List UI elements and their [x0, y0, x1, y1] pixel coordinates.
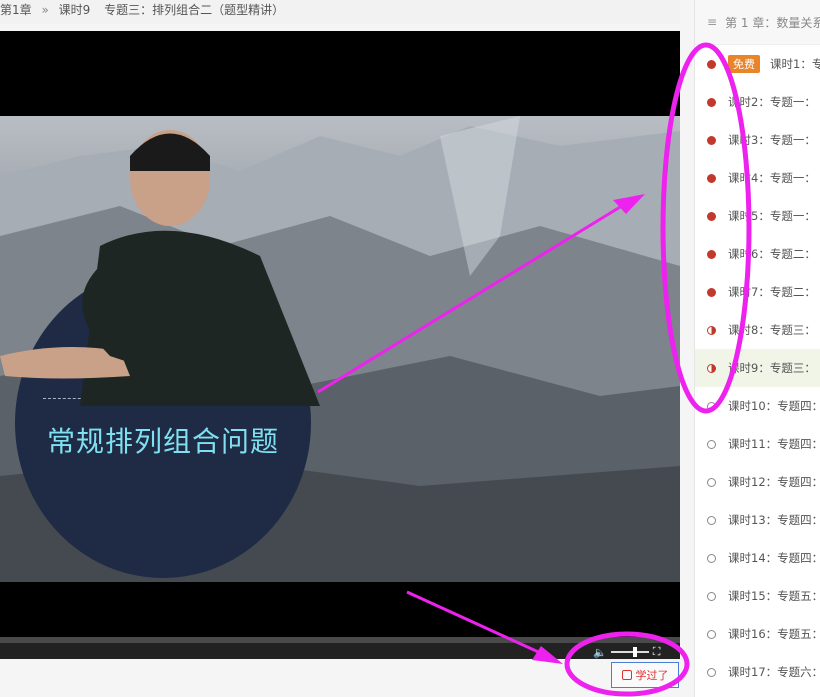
status-dot-icon: [707, 211, 716, 221]
status-dot-icon: [707, 363, 716, 373]
volume-slider[interactable]: [610, 647, 649, 657]
lesson-label: 课时3：专题一：: [728, 133, 816, 147]
sidebar-lesson-item[interactable]: 课时12：专题四：: [695, 463, 820, 501]
sidebar-lesson-item[interactable]: 免费课时1：专题一: [695, 45, 820, 83]
sidebar-lesson-item[interactable]: 课时10：专题四：: [695, 387, 820, 425]
lesson-label: 课时14：专题四：: [728, 551, 820, 565]
volume-knob[interactable]: [632, 647, 637, 657]
chapter-label: 第 1 章：数量关系: [725, 15, 820, 30]
status-dot-icon: [707, 515, 716, 525]
menu-icon: ≡: [707, 15, 718, 29]
lesson-label: 课时15：专题五：: [728, 589, 820, 603]
lesson-label: 课时2：专题一：: [728, 95, 816, 109]
status-dot-icon: [707, 477, 716, 487]
speaker-icon[interactable]: 🔈: [593, 646, 607, 659]
lesson-label: 课时4：专题一：: [728, 171, 816, 185]
slide-title: 常规排列组合问题: [46, 425, 279, 458]
status-dot-icon: [707, 249, 716, 259]
lesson-label: 课时16：专题五：: [728, 627, 820, 641]
sidebar-lesson-item[interactable]: 课时15：专题五：: [695, 577, 820, 615]
sidebar-lesson-item[interactable]: 课时16：专题五：: [695, 615, 820, 653]
fullscreen-icon[interactable]: ⛶: [653, 645, 661, 659]
lesson-label: 课时9：专题三：: [728, 361, 816, 375]
status-dot-icon: [707, 173, 716, 183]
lesson-label: 课时12：专题四：: [728, 475, 820, 489]
breadcrumb: 第1章 » 课时9 专题三：排列组合二（题型精讲）: [0, 0, 680, 24]
lesson-label: 课时5：专题一：: [728, 209, 816, 223]
status-dot-icon: [707, 97, 716, 107]
sidebar-lesson-item[interactable]: 课时11：专题四：: [695, 425, 820, 463]
studied-button[interactable]: 学过了: [611, 662, 679, 688]
breadcrumb-lesson: 课时9: [58, 3, 91, 17]
lesson-label: 课时6：专题二：: [728, 247, 816, 261]
lesson-title: 专题三：排列组合二（题型精讲）: [104, 3, 285, 17]
chapter-header[interactable]: ≡ 第 1 章：数量关系: [695, 0, 820, 45]
sidebar-lesson-item[interactable]: 课时7：专题二：: [695, 273, 820, 311]
breadcrumb-chapter[interactable]: 第1章: [0, 3, 32, 17]
status-dot-icon: [707, 629, 716, 639]
lesson-label: 课时17：专题六：: [728, 665, 820, 679]
lesson-label: 课时8：专题三：: [728, 323, 816, 337]
control-bar: [0, 643, 680, 659]
sidebar-lesson-item[interactable]: 课时9：专题三：: [695, 349, 820, 387]
control-buttons: 🔈 ⛶: [589, 643, 680, 661]
lesson-label: 课时7：专题二：: [728, 285, 816, 299]
checkbox-icon: [621, 670, 632, 680]
breadcrumb-separator: »: [41, 3, 49, 17]
status-dot-icon: [707, 553, 716, 563]
status-dot-icon: [707, 135, 716, 145]
lesson-list: 免费课时1：专题一课时2：专题一： 课时3：专题一： 课时4：专题一： 课时5：专题一…: [695, 45, 820, 691]
status-dot-icon: [707, 59, 716, 69]
studied-label: 学过了: [635, 669, 669, 682]
status-dot-icon: [707, 667, 716, 677]
video-player[interactable]: 2 常规排列组合问题 🔈 ⛶: [0, 31, 680, 659]
lesson-label: 课时11：专题四：: [728, 437, 820, 451]
status-dot-icon: [707, 591, 716, 601]
status-dot-icon: [707, 401, 716, 411]
lesson-sidebar: ≡ 第 1 章：数量关系 免费课时1：专题一课时2：专题一： 课时3：专题一： 课时…: [694, 0, 820, 697]
status-dot-icon: [707, 439, 716, 449]
presenter-figure: [0, 130, 320, 406]
lesson-label: 课时10：专题四：: [728, 399, 820, 413]
sidebar-lesson-item[interactable]: 课时8：专题三：: [695, 311, 820, 349]
sidebar-lesson-item[interactable]: 课时13：专题四：: [695, 501, 820, 539]
sidebar-lesson-item[interactable]: 课时14：专题四：: [695, 539, 820, 577]
sidebar-lesson-item[interactable]: 课时5：专题一：: [695, 197, 820, 235]
status-dot-icon: [707, 287, 716, 297]
sidebar-lesson-item[interactable]: 课时6：专题二：: [695, 235, 820, 273]
lesson-label: 课时1：专题一: [770, 57, 820, 71]
sidebar-lesson-item[interactable]: 课时3：专题一：: [695, 121, 820, 159]
sidebar-lesson-item[interactable]: 课时2：专题一：: [695, 83, 820, 121]
sidebar-lesson-item[interactable]: 课时17：专题六：: [695, 653, 820, 691]
free-badge: 免费: [728, 55, 760, 73]
video-frame[interactable]: 2 常规排列组合问题: [0, 116, 680, 582]
status-dot-icon: [707, 325, 716, 335]
sidebar-lesson-item[interactable]: 课时4：专题一：: [695, 159, 820, 197]
lesson-label: 课时13：专题四：: [728, 513, 820, 527]
